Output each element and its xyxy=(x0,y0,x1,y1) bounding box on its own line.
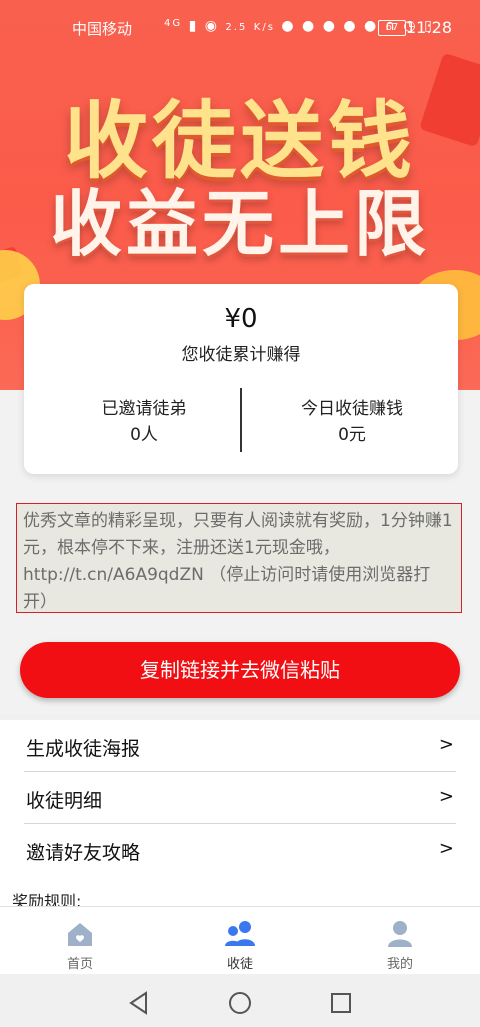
tab-label: 我的 xyxy=(386,957,413,972)
home-circle-icon[interactable] xyxy=(225,988,255,1018)
clock-time: 11:28 xyxy=(405,18,452,37)
tab-label: 收徒 xyxy=(226,957,253,972)
wifi-icon: ◉ xyxy=(204,18,219,34)
carrier-name: 中国移动 xyxy=(72,20,133,38)
earnings-card: ¥0 您收徒累计赚得 已邀请徒弟 0人 今日收徒赚钱 0元 xyxy=(24,284,458,474)
rules-title: 奖励规则: xyxy=(12,892,82,908)
today-label: 今日收徒赚钱 xyxy=(301,399,403,419)
system-nav-bar xyxy=(0,974,480,1027)
bottom-tab-bar: 首页 收徒 我的 xyxy=(0,906,480,975)
chevron-right-icon: > xyxy=(438,838,454,859)
menu-item-apprentice-details[interactable]: 收徒明细 > xyxy=(24,772,456,824)
total-earnings-label: 您收徒累计赚得 xyxy=(181,345,301,365)
invited-apprentices: 已邀请徒弟 0人 xyxy=(44,396,244,448)
tab-home[interactable]: 首页 xyxy=(0,913,160,972)
stats-divider xyxy=(240,388,242,452)
tab-label: 首页 xyxy=(66,957,93,972)
menu-item-label: 生成收徒海报 xyxy=(26,738,141,760)
tab-profile[interactable]: 我的 xyxy=(320,913,480,972)
invited-count: 0人 xyxy=(130,425,158,445)
copy-link-button[interactable]: 复制链接并去微信粘贴 xyxy=(20,642,460,698)
status-bar: 中国移动 4G ▮ ◉ 2.5 K/s ● ● ● ● ● ∩ ◷ ▯ 67 1… xyxy=(0,0,480,54)
menu-item-generate-poster[interactable]: 生成收徒海报 > xyxy=(24,720,456,772)
profile-icon xyxy=(388,921,412,947)
invited-label: 已邀请徒弟 xyxy=(101,399,187,419)
recent-apps-icon[interactable] xyxy=(326,988,356,1018)
speed-unit: K/s xyxy=(253,22,275,33)
total-earnings-amount: ¥0 xyxy=(224,304,258,334)
today-value: 0元 xyxy=(338,425,366,445)
speed-value: 2.5 xyxy=(225,22,248,33)
home-icon xyxy=(68,923,92,946)
rules-section: 奖励规则: xyxy=(0,878,480,908)
app-notification-icons: ● ● ● ● ● xyxy=(281,18,379,34)
battery-icon: 67 xyxy=(378,20,406,36)
tab-apprentice[interactable]: 收徒 xyxy=(160,913,320,972)
chevron-right-icon: > xyxy=(438,734,454,755)
menu-item-invite-guide[interactable]: 邀请好友攻略 > xyxy=(24,824,456,875)
back-icon[interactable] xyxy=(124,988,154,1018)
network-type: 4G xyxy=(164,18,183,29)
users-icon xyxy=(225,921,255,946)
menu-list: 生成收徒海报 > 收徒明细 > 邀请好友攻略 > xyxy=(0,714,480,878)
menu-item-label: 邀请好友攻略 xyxy=(26,842,141,864)
menu-item-label: 收徒明细 xyxy=(26,790,103,812)
today-earnings: 今日收徒赚钱 0元 xyxy=(252,396,452,448)
promo-text-box[interactable]: 优秀文章的精彩呈现，只要有人阅读就有奖励，1分钟赚1元，根本停不下来，注册还送1… xyxy=(16,503,462,613)
hero-subheadline: 收益无上限 xyxy=(49,182,430,266)
signal-icon: ▮ xyxy=(188,18,199,34)
chevron-right-icon: > xyxy=(438,786,454,807)
